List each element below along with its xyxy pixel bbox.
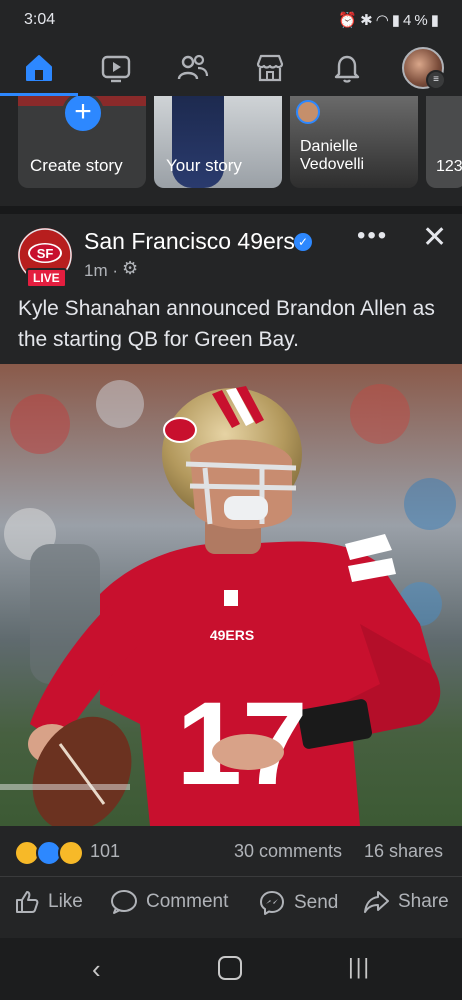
battery-icon: ▮ xyxy=(430,12,442,29)
verified-badge-icon: ✓ xyxy=(294,233,312,251)
send-button[interactable]: Send xyxy=(258,889,338,917)
like-label: Like xyxy=(48,891,83,912)
jersey-wordmark: 49ERS xyxy=(210,627,254,643)
reactions-summary[interactable]: 101 30 comments 16 shares xyxy=(0,826,462,876)
status-icons: ⏰✱◠▮4%▮ xyxy=(338,11,442,29)
video-tab[interactable] xyxy=(93,46,139,90)
story-label-next: 123 xyxy=(436,158,462,175)
audience-gear-icon: ⚙ xyxy=(122,258,139,278)
status-time: 3:04 xyxy=(24,11,56,28)
reaction-count: 101 xyxy=(90,841,121,861)
home-icon xyxy=(26,55,52,81)
send-label: Send xyxy=(294,892,339,913)
top-navigation: ≡ xyxy=(0,40,462,97)
comments-count[interactable]: 30 comments xyxy=(234,841,342,862)
stories-tray: + Create story Your story Danielle Vedov… xyxy=(0,96,462,206)
wow-reaction-icon xyxy=(58,840,84,866)
notifications-tab[interactable] xyxy=(324,46,370,90)
logo-text: SF xyxy=(37,246,54,261)
bluetooth-icon: ✱ xyxy=(360,12,376,29)
messenger-icon xyxy=(260,891,284,915)
comment-label: Comment xyxy=(146,891,229,912)
share-arrow-icon xyxy=(364,891,389,913)
post-timestamp: 1m · xyxy=(84,261,118,280)
comment-icon xyxy=(111,890,137,914)
post-photo[interactable]: 17 49ERS xyxy=(0,364,462,826)
live-badge: LIVE xyxy=(26,268,67,288)
plus-icon: + xyxy=(74,96,92,128)
quarterback-photo: 17 49ERS xyxy=(0,364,462,826)
more-options-button[interactable]: ••• xyxy=(357,222,388,250)
friend-story-avatar xyxy=(296,100,320,124)
home-button-icon[interactable] xyxy=(218,956,242,980)
story-label-create: Create story xyxy=(30,156,123,175)
profile-avatar: ≡ xyxy=(402,47,446,90)
like-button[interactable]: Like xyxy=(14,889,83,915)
video-icon xyxy=(101,55,131,83)
back-icon[interactable]: ‹ xyxy=(92,954,101,985)
wifi-icon: ◠ xyxy=(375,12,392,29)
story-label-yours: Your story xyxy=(166,156,242,175)
add-story-button[interactable]: + xyxy=(62,96,104,134)
friends-tab[interactable] xyxy=(170,46,216,90)
share-label: Share xyxy=(398,891,449,912)
page-name[interactable]: San Francisco 49ers xyxy=(84,228,295,255)
status-bar: 3:04 ⏰✱◠▮4%▮ xyxy=(0,0,462,40)
home-tab[interactable] xyxy=(0,46,78,96)
signal-icon: ▮ xyxy=(391,12,404,29)
friends-icon xyxy=(177,54,209,80)
profile-menu-tab[interactable]: ≡ xyxy=(400,46,446,90)
create-story-card[interactable]: + Create story xyxy=(18,96,146,188)
thumbs-up-icon xyxy=(16,891,39,913)
post-text: Kyle Shanahan announced Brandon Allen as… xyxy=(18,297,435,351)
shares-count[interactable]: 16 shares xyxy=(364,841,443,862)
feed-divider xyxy=(0,206,462,214)
system-navigation-bar: ‹ ||| xyxy=(0,938,462,1000)
share-button[interactable]: Share xyxy=(362,889,449,915)
post-actions: Like Comment Send Share xyxy=(0,876,462,933)
post-header: SF LIVE San Francisco 49ers ✓ 1m · ⚙ •••… xyxy=(0,214,462,294)
bell-icon xyxy=(334,55,360,83)
marketplace-tab[interactable] xyxy=(247,46,293,90)
story-label-friend: Danielle Vedovelli xyxy=(300,138,365,173)
comment-button[interactable]: Comment xyxy=(110,889,228,915)
hide-post-button[interactable]: ✕ xyxy=(422,220,447,255)
your-story-card[interactable]: Your story xyxy=(154,96,282,188)
marketplace-icon xyxy=(256,54,284,82)
next-story-card[interactable]: 123 xyxy=(426,96,462,188)
menu-badge-icon: ≡ xyxy=(426,70,446,90)
friend-story-card[interactable]: Danielle Vedovelli xyxy=(290,96,418,188)
recent-apps-icon[interactable]: ||| xyxy=(348,954,371,980)
alarm-icon: ⏰ xyxy=(338,12,361,29)
battery-percent: 4% xyxy=(403,12,431,29)
